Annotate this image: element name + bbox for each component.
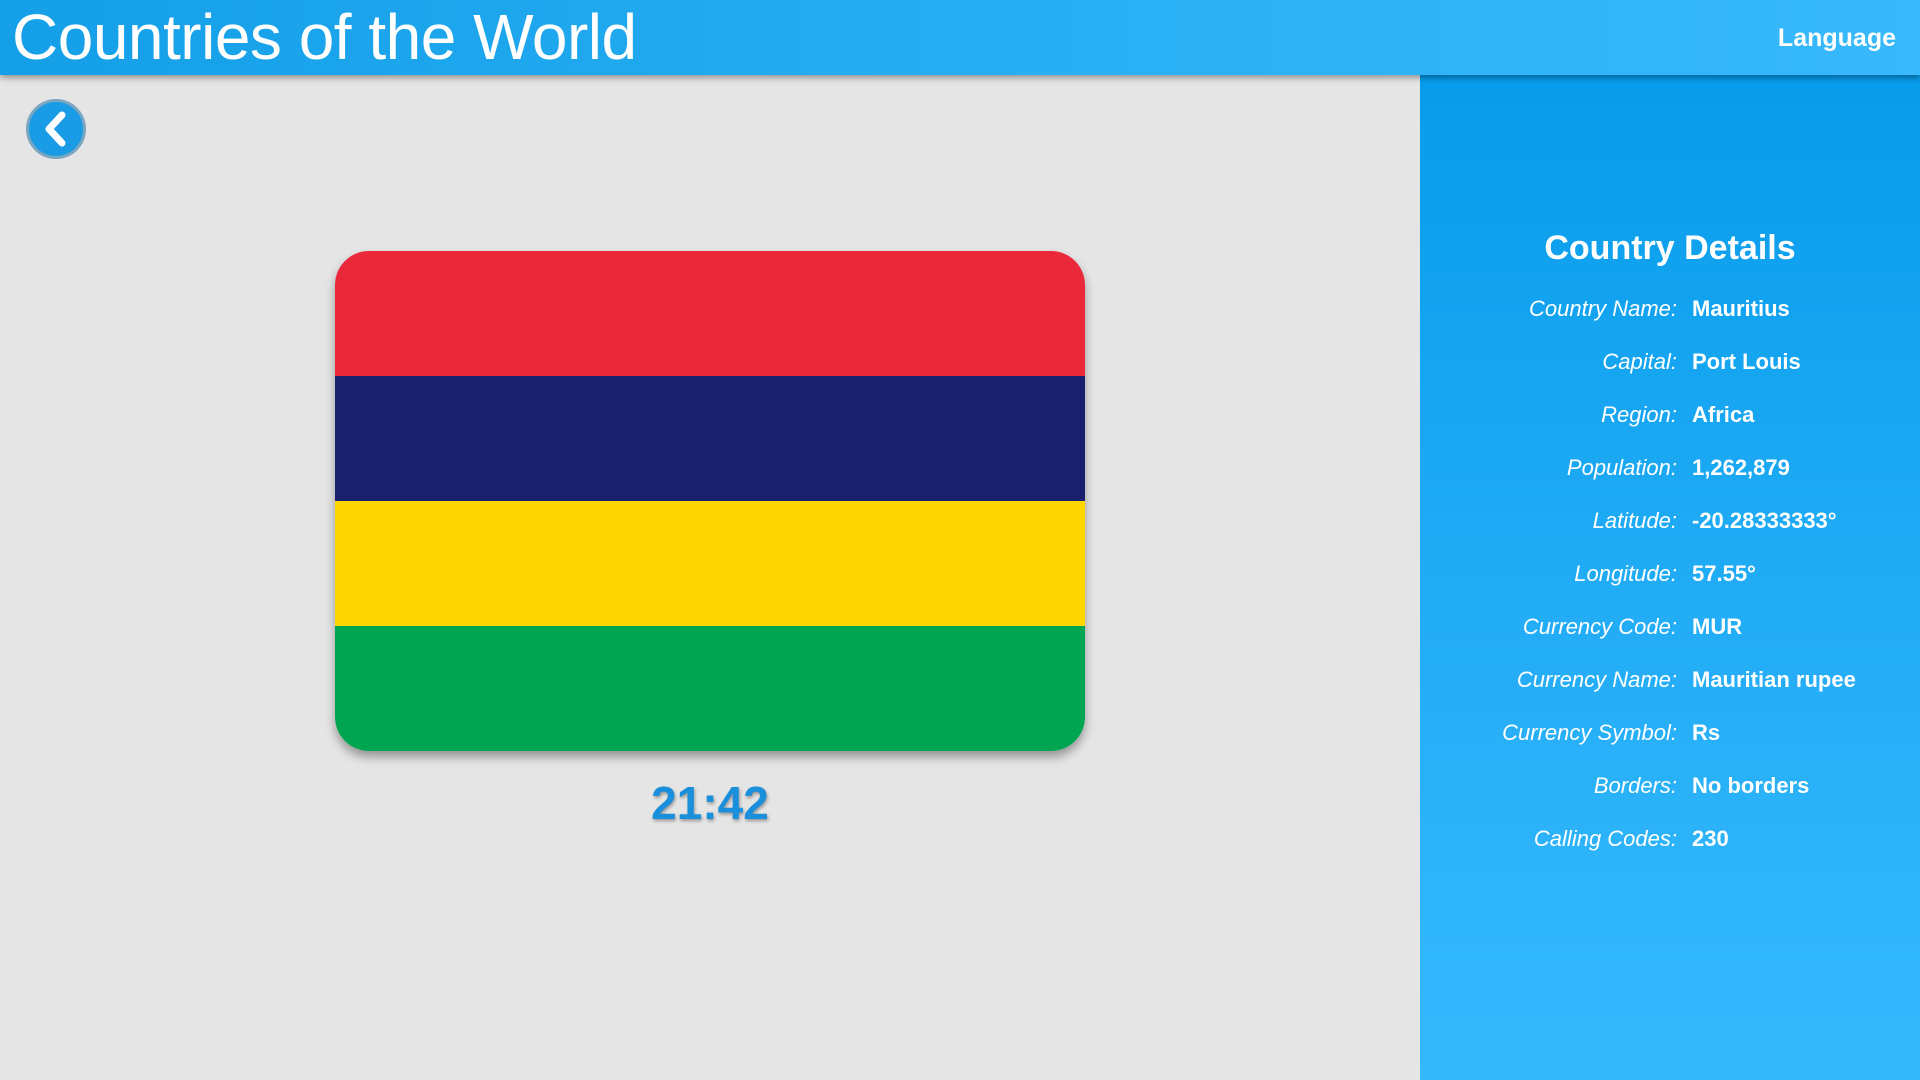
detail-row-currency-name: Currency Name: Mauritian rupee: [1420, 662, 1920, 698]
back-button[interactable]: [26, 99, 86, 159]
flag-stripe-yellow: [335, 501, 1085, 626]
detail-row-currency-symbol: Currency Symbol: Rs: [1420, 715, 1920, 751]
app-header: Countries of the World Language: [0, 0, 1920, 75]
detail-row-region: Region: Africa: [1420, 397, 1920, 433]
detail-label: Latitude:: [1592, 508, 1677, 533]
detail-value: 57.55°: [1692, 561, 1756, 586]
chevron-left-icon: [45, 111, 66, 147]
language-button[interactable]: Language: [1778, 22, 1896, 54]
detail-label: Currency Code:: [1522, 614, 1677, 639]
country-flag: [335, 251, 1085, 751]
detail-label: Currency Symbol:: [1502, 720, 1677, 745]
app-title: Countries of the World: [12, 1, 637, 73]
detail-row-capital: Capital: Port Louis: [1420, 344, 1920, 380]
detail-label: Region:: [1601, 402, 1677, 427]
flag-stripe-blue: [335, 376, 1085, 501]
detail-row-population: Population: 1,262,879: [1420, 450, 1920, 486]
detail-value: MUR: [1692, 614, 1743, 639]
detail-row-currency-code: Currency Code: MUR: [1420, 609, 1920, 645]
detail-label: Currency Name:: [1516, 667, 1677, 692]
detail-label: Calling Codes:: [1533, 826, 1677, 851]
detail-row-calling-codes: Calling Codes: 230: [1420, 821, 1920, 857]
detail-row-latitude: Latitude: -20.28333333°: [1420, 503, 1920, 539]
detail-value: -20.28333333°: [1692, 508, 1837, 533]
detail-row-longitude: Longitude: 57.55°: [1420, 556, 1920, 592]
detail-label: Country Name:: [1529, 296, 1677, 321]
detail-row-borders: Borders: No borders: [1420, 768, 1920, 804]
flag-stripe-green: [335, 626, 1085, 751]
detail-label: Population:: [1566, 455, 1677, 480]
details-title: Country Details: [1544, 229, 1796, 267]
detail-value: Mauritian rupee: [1692, 667, 1856, 692]
detail-value: Mauritius: [1692, 296, 1790, 321]
detail-row-country-name: Country Name: Mauritius: [1420, 291, 1920, 327]
timer-display: 21:42: [651, 777, 769, 829]
detail-value: 1,262,879: [1692, 455, 1790, 480]
detail-label: Capital:: [1602, 349, 1677, 374]
detail-value: Africa: [1692, 402, 1755, 427]
country-details-panel: Country Details Country Name: Mauritius …: [1420, 75, 1920, 1080]
detail-value: No borders: [1692, 773, 1810, 798]
detail-value: 230: [1692, 826, 1729, 851]
detail-label: Longitude:: [1574, 561, 1677, 586]
detail-value: Rs: [1692, 720, 1721, 745]
detail-value: Port Louis: [1692, 349, 1801, 374]
detail-label: Borders:: [1593, 773, 1677, 798]
flag-stripe-red: [335, 251, 1085, 376]
main-content: 21:42: [0, 75, 1420, 1080]
